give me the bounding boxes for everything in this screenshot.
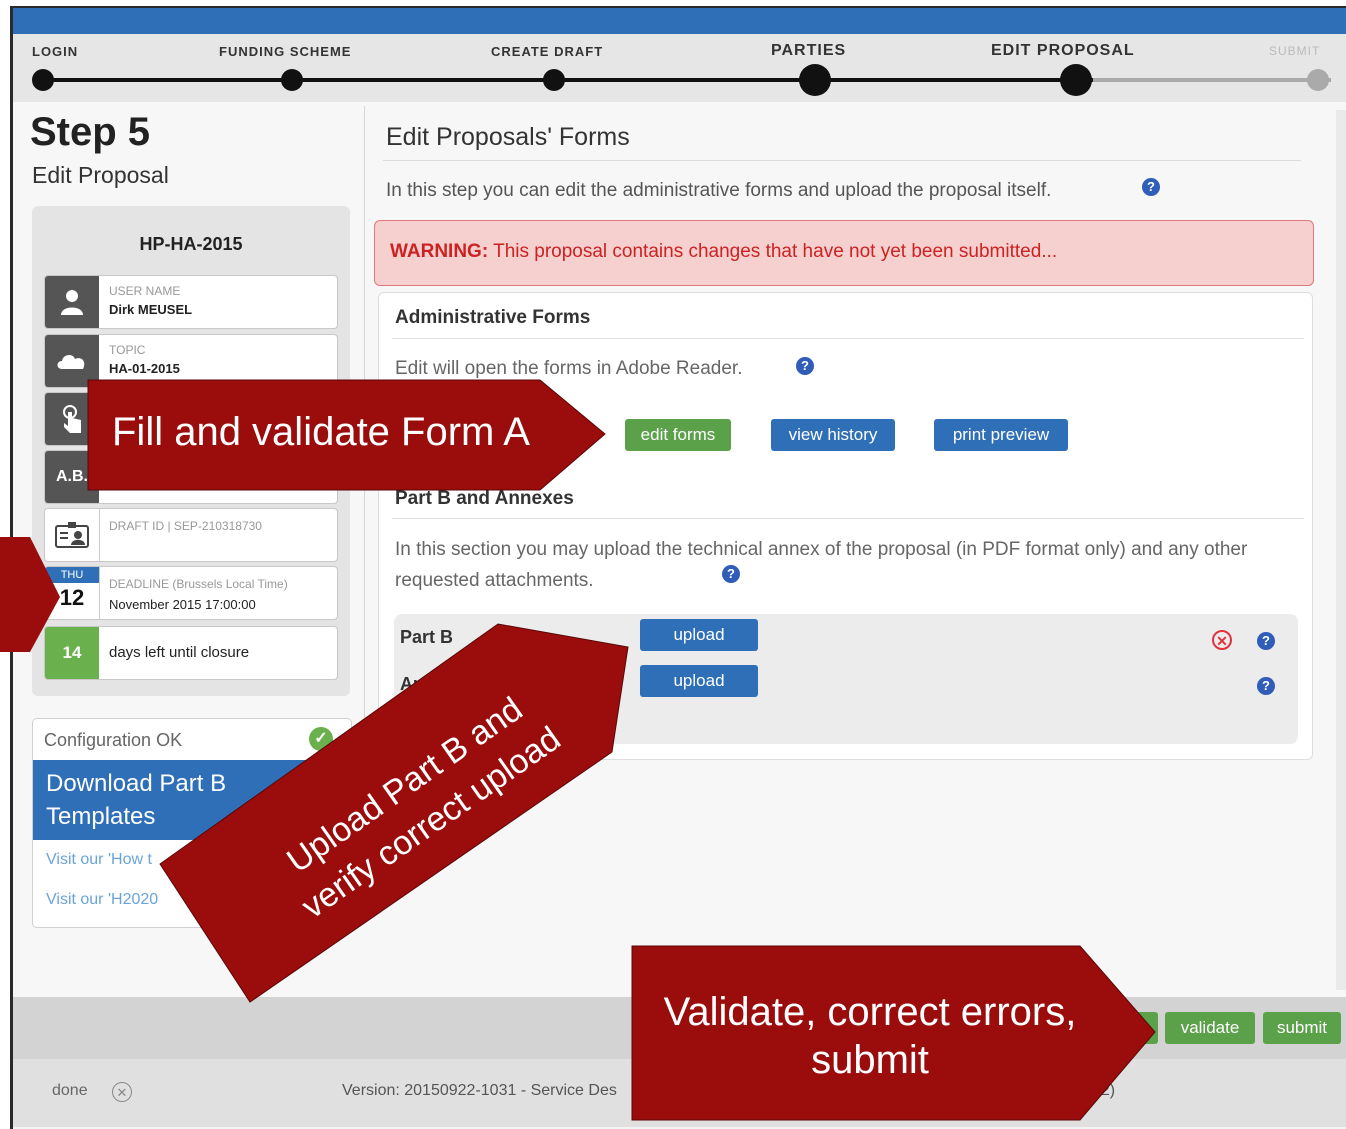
user-card: USER NAME Dirk MEUSEL [44,275,338,329]
id-card-icon [45,509,100,561]
help-icon[interactable]: ? [1257,632,1275,650]
view-history-button[interactable]: view history [771,419,895,451]
annex-row-label: Au [400,674,424,694]
step-edit-proposal-dot [1060,64,1092,96]
step-create-draft-dot [543,69,565,91]
part-b-title: Part B and Annexes [395,488,574,509]
close-icon[interactable]: ✕ [112,1082,132,1102]
visit-h2020-link[interactable]: Visit our 'H2020 [46,891,158,909]
warning-message: WARNING: This proposal contains changes … [390,241,1057,263]
callout-validate-line-2: submit [811,1038,929,1082]
help-icon[interactable]: ? [722,565,740,583]
wizard-stepper: LOGIN FUNDING SCHEME CREATE DRAFT PARTIE… [13,34,1346,102]
part-b-description: In this section you may upload the techn… [395,539,1248,591]
print-preview-button[interactable]: print preview [934,419,1068,451]
visit-how-to-link[interactable]: Visit our 'How t [46,851,152,869]
title-divider [383,160,1301,161]
validate-button[interactable]: validate [1165,1012,1255,1044]
part-b-divider [392,518,1304,519]
step-parties-dot [799,64,831,96]
person-icon [45,276,99,328]
upload-part-b-button[interactable]: upload [640,619,758,651]
admin-forms-title: Administrative Forms [395,307,591,328]
step-submit: SUBMIT [1269,44,1321,58]
draft-id-label: DRAFT ID | SEP-210318730 [109,519,262,533]
days-left-label: days left until closure [109,644,250,661]
step-funding-scheme[interactable]: FUNDING SCHEME [219,44,351,59]
touch-icon [45,393,99,445]
cloud-icon [45,335,99,387]
stepper-remaining-line [1093,78,1331,82]
admin-forms-divider [392,338,1304,339]
deadline-date: 12 [59,585,85,610]
deadline-card: THU 12 DEADLINE (Brussels Local Time) No… [44,566,338,620]
step-title: Step 5 [30,110,151,154]
days-left-card: 14 days left until closure [44,626,338,680]
help-icon[interactable]: ? [1257,677,1275,695]
days-left-count: 14 [45,627,99,679]
abbreviation-card: A.B. [44,450,338,504]
callout-validate-line-1: Validate, correct errors, [663,990,1077,1034]
callout-validate-text: Validate, correct errors, submit [650,988,1090,1084]
deadline-day: THU [45,567,99,583]
step-edit-proposal[interactable]: EDIT PROPOSAL [991,42,1135,60]
check-icon: ✓ [309,727,333,751]
step-login[interactable]: LOGIN [32,44,78,59]
step-subtitle: Edit Proposal [32,162,169,188]
deadline-value: November 2015 17:00:00 [109,597,256,612]
help-icon[interactable]: ? [796,357,814,375]
previous-button-partial[interactable] [1120,1012,1158,1044]
callout-form-a-text: Fill and validate Form A [112,410,530,454]
delete-icon[interactable]: ✕ [1212,630,1232,650]
download-templates-label[interactable]: Download Part B Templates [46,767,276,833]
part-b-row-label: Part B [400,627,454,647]
proposal-acronym: HP-HA-2015 [139,234,243,254]
intro-text: In this step you can edit the administra… [386,180,1052,201]
topic-label: TOPIC [109,343,146,357]
page-title: Edit Proposals' Forms [386,123,630,151]
abbreviation-badge: A.B. [45,451,99,503]
step-login-dot [32,69,54,91]
window-top-bar [13,8,1346,34]
user-name-label: USER NAME [109,284,181,298]
draft-id-card: DRAFT ID | SEP-210318730 [44,508,338,562]
admin-forms-description: Edit will open the forms in Adobe Reader… [395,358,743,379]
config-status: Configuration OK [44,730,183,750]
done-label: done [52,1082,88,1099]
version-info-tail: 22) [1092,1082,1116,1099]
help-icon[interactable]: ? [1142,178,1160,196]
deadline-label: DEADLINE (Brussels Local Time) [109,577,288,591]
topic-card: TOPIC HA-01-2015 [44,334,338,388]
warning-body: This proposal contains changes that have… [493,241,1058,262]
step-funding-dot [281,69,303,91]
version-info: Version: 20150922-1031 - Service Des [342,1082,617,1099]
step-submit-dot [1307,69,1329,91]
warning-label: WARNING: [390,241,489,262]
step-parties[interactable]: PARTIES [771,42,846,60]
topic-value[interactable]: HA-01-2015 [109,361,180,376]
step-create-draft[interactable]: CREATE DRAFT [491,44,603,59]
scrollbar[interactable] [1336,110,1346,990]
calendar-icon: THU 12 [45,567,100,619]
upload-annex-button[interactable]: upload [640,665,758,697]
submit-button[interactable]: submit [1263,1012,1341,1044]
user-name-value: Dirk MEUSEL [109,302,193,317]
edit-forms-button[interactable]: edit forms [625,419,731,451]
